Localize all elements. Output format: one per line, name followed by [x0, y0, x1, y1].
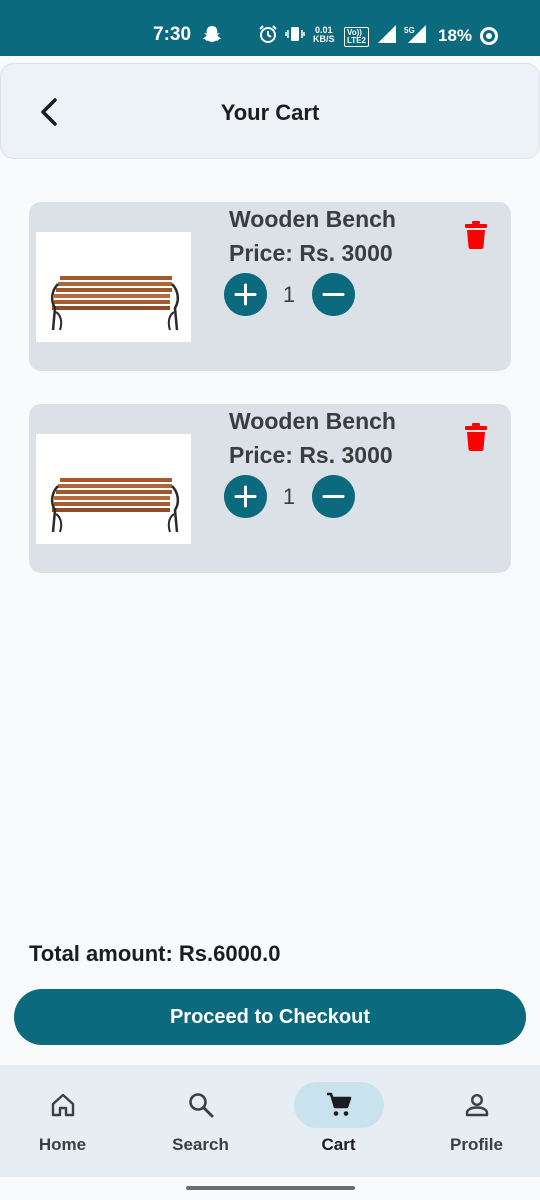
- alarm-icon: [259, 25, 277, 43]
- item-price: Price: Rs. 3000: [229, 442, 393, 468]
- nav-label: Profile: [450, 1135, 503, 1154]
- home-icon: [51, 1093, 75, 1117]
- cart-icon: [327, 1092, 352, 1116]
- total-amount: Total amount: Rs.6000.0: [29, 941, 281, 966]
- signal-icon: [378, 25, 396, 43]
- page-title: Your Cart: [220, 100, 320, 125]
- checkout-button[interactable]: Proceed to Checkout: [14, 989, 526, 1045]
- battery-level: 18%: [438, 26, 473, 45]
- bottom-nav: Home Search Cart Profile: [0, 1065, 540, 1177]
- decrease-quantity-button[interactable]: [312, 475, 355, 518]
- trash-icon: [465, 423, 487, 451]
- wooden-bench-image: [36, 232, 191, 342]
- bench-illustration: [50, 276, 180, 331]
- delete-item-button[interactable]: [465, 423, 487, 451]
- decrease-quantity-button[interactable]: [312, 273, 355, 316]
- app-bar: Your Cart: [0, 63, 540, 159]
- profile-icon: [465, 1093, 489, 1117]
- volte-badge: Vo)) LTE2: [344, 27, 369, 47]
- nav-label: Search: [172, 1135, 229, 1154]
- snapchat-icon: [203, 26, 221, 42]
- battery-saver-icon: [480, 27, 498, 45]
- cart-item: Wooden Bench Price: Rs. 3000 1: [29, 404, 511, 573]
- net-speed: 0.01 KB/S: [313, 26, 335, 44]
- vibrate-icon: [285, 27, 305, 41]
- home-indicator[interactable]: [186, 1186, 355, 1190]
- nav-item-search[interactable]: Search: [133, 1065, 268, 1177]
- increase-quantity-button[interactable]: [224, 475, 267, 518]
- delete-item-button[interactable]: [465, 221, 487, 249]
- item-price: Price: Rs. 3000: [229, 240, 393, 266]
- signal-5g-icon: [408, 25, 426, 43]
- item-name: Wooden Bench: [229, 206, 396, 232]
- net-speed-unit: KB/S: [313, 34, 335, 44]
- nav-label: Home: [38, 1135, 87, 1154]
- nav-item-cart[interactable]: Cart: [271, 1065, 406, 1177]
- nav-item-home[interactable]: Home: [0, 1065, 130, 1177]
- nav-item-profile[interactable]: Profile: [409, 1065, 540, 1177]
- bench-illustration: [50, 478, 180, 533]
- search-icon: [189, 1093, 214, 1118]
- status-time: 7:30: [153, 24, 192, 45]
- status-bar: 7:30 0.01 KB/S Vo)) LTE2 5G 18%: [0, 0, 540, 56]
- cart-item: Wooden Bench Price: Rs. 3000 1: [29, 202, 511, 371]
- wooden-bench-image: [36, 434, 191, 544]
- item-quantity: 1: [282, 282, 296, 307]
- item-name: Wooden Bench: [229, 408, 396, 434]
- item-quantity: 1: [282, 484, 296, 509]
- volte-bottom: LTE2: [347, 36, 366, 45]
- increase-quantity-button[interactable]: [224, 273, 267, 316]
- trash-icon: [465, 221, 487, 249]
- nav-label: Cart: [321, 1135, 356, 1154]
